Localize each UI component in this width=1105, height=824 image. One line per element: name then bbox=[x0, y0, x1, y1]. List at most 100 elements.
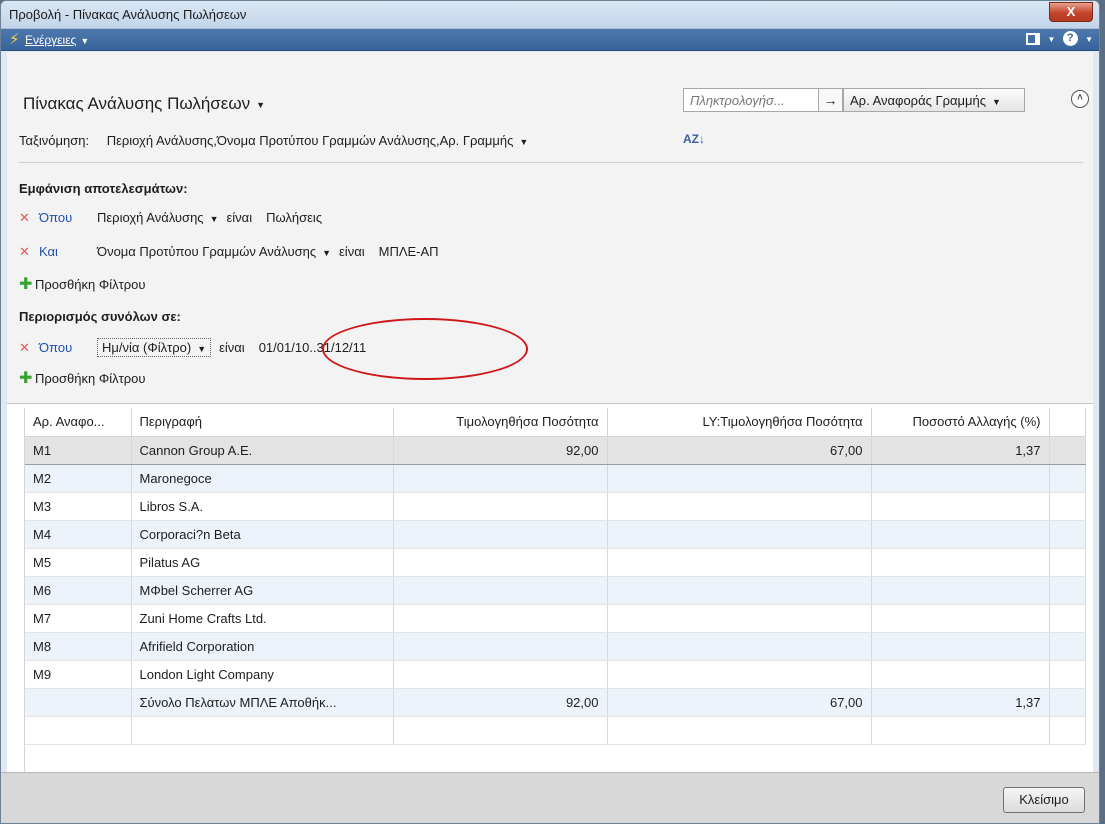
sort-label: Ταξινόμηση: bbox=[19, 133, 90, 148]
filter-conjunction[interactable]: Όπου bbox=[39, 210, 97, 225]
cell-pct: 1,37 bbox=[871, 688, 1050, 717]
filter-field[interactable]: Ημ/νία (Φίλτρο) ▼ bbox=[97, 338, 212, 357]
filter-operator: είναι bbox=[339, 244, 365, 259]
table-row[interactable]: M6 MΦbel Scherrer AG bbox=[25, 576, 1086, 605]
cell-qty: 92,00 bbox=[393, 688, 608, 717]
cell-ly bbox=[607, 660, 872, 689]
filter-pane: Πίνακας Ανάλυσης Πωλήσεων ▼ Πληκτρολογήσ.… bbox=[7, 52, 1093, 404]
cell-qty bbox=[393, 604, 608, 633]
table-row[interactable]: M8 Afrifield Corporation bbox=[25, 632, 1086, 661]
filter-conjunction[interactable]: Και bbox=[39, 244, 97, 259]
add-filter-button[interactable]: ✚ Προσθήκη Φίλτρου bbox=[19, 274, 145, 294]
window-close-button[interactable]: X bbox=[1049, 2, 1093, 22]
cell-ly bbox=[607, 548, 872, 577]
cell-ly bbox=[607, 604, 872, 633]
column-header-spacer bbox=[1049, 408, 1086, 437]
filter-row-2: ✕ Και Όνομα Προτύπου Γραμμών Ανάλυσης ▼ είνα… bbox=[19, 244, 439, 264]
cell-no: M9 bbox=[25, 660, 132, 689]
cell-desc: Maronegoce bbox=[131, 464, 394, 493]
sort-value[interactable]: Περιοχή Ανάλυσης,Όνομα Προτύπου Γραμμών … bbox=[107, 133, 529, 148]
cell-spacer bbox=[1049, 688, 1086, 717]
cell-pct bbox=[871, 520, 1050, 549]
column-header[interactable]: Τιμολογηθήσα Ποσότητα bbox=[393, 408, 608, 437]
filter-operator: είναι bbox=[226, 210, 253, 225]
cell-no: M1 bbox=[25, 435, 132, 465]
cell-no: M7 bbox=[25, 604, 132, 633]
filter-conjunction[interactable]: Όπου bbox=[39, 340, 97, 355]
remove-filter-icon[interactable]: ✕ bbox=[19, 244, 39, 260]
plus-icon: ✚ bbox=[19, 276, 33, 293]
cell-pct bbox=[871, 632, 1050, 661]
lightning-icon: ⚡ bbox=[9, 31, 20, 48]
filter-field[interactable]: Περιοχή Ανάλυσης ▼ bbox=[97, 210, 219, 225]
filter-field[interactable]: Όνομα Προτύπου Γραμμών Ανάλυσης ▼ bbox=[97, 244, 331, 259]
cell-no: M2 bbox=[25, 464, 132, 493]
cell-ly: 67,00 bbox=[607, 688, 872, 717]
cell-spacer bbox=[1049, 492, 1086, 521]
cell-desc: Pilatus AG bbox=[131, 548, 394, 577]
column-header[interactable]: Αρ. Αναφο... bbox=[25, 408, 132, 437]
page-title[interactable]: Πίνακας Ανάλυσης Πωλήσεων ▼ bbox=[23, 94, 265, 114]
cell-empty bbox=[607, 716, 872, 745]
remove-filter-icon[interactable]: ✕ bbox=[19, 340, 39, 356]
chevron-down-icon[interactable]: ▼ bbox=[1047, 35, 1055, 44]
cell-qty: 92,00 bbox=[393, 435, 608, 465]
table-row[interactable]: M1 Cannon Group A.E. 92,00 67,00 1,37 bbox=[25, 435, 1086, 465]
cell-qty bbox=[393, 632, 608, 661]
filter-value[interactable]: ΜΠΛΕ-ΑΠ bbox=[379, 244, 439, 259]
table-row[interactable]: M2 Maronegoce bbox=[25, 464, 1086, 493]
collapse-icon[interactable]: ˄ bbox=[1071, 90, 1089, 108]
cell-spacer bbox=[1049, 660, 1086, 689]
search-arrow-icon[interactable]: → bbox=[819, 88, 843, 112]
cell-spacer bbox=[1049, 604, 1086, 633]
cell-empty bbox=[393, 716, 608, 745]
table-row[interactable]: M5 Pilatus AG bbox=[25, 548, 1086, 577]
cell-no: M4 bbox=[25, 520, 132, 549]
table-row[interactable]: M7 Zuni Home Crafts Ltd. bbox=[25, 604, 1086, 633]
cell-empty bbox=[1049, 716, 1086, 745]
row-selector-column bbox=[13, 408, 25, 774]
action-bar-right: ▼ ? ▼ bbox=[1022, 31, 1093, 47]
window-title: Προβολή - Πίνακας Ανάλυσης Πωλήσεων bbox=[9, 7, 247, 22]
add-filter-label: Προσθήκη Φίλτρου bbox=[35, 371, 146, 386]
limit-totals-title: Περιορισμός συνόλων σε: bbox=[19, 309, 181, 324]
cell-desc: Σύνολο Πελατων ΜΠΛΕ Αποθήκ... bbox=[131, 688, 394, 717]
actions-menu[interactable]: Ενέργειες ▼ bbox=[25, 33, 89, 47]
table-row[interactable]: M9 London Light Company bbox=[25, 660, 1086, 689]
cell-qty bbox=[393, 492, 608, 521]
sort-value-text: Περιοχή Ανάλυσης,Όνομα Προτύπου Γραμμών … bbox=[106, 133, 514, 148]
filter-field-label: Περιοχή Ανάλυσης bbox=[97, 210, 204, 225]
help-icon[interactable]: ? bbox=[1062, 31, 1078, 47]
search-field-label: Αρ. Αναφοράς Γραμμής bbox=[850, 93, 987, 108]
cell-spacer bbox=[1049, 632, 1086, 661]
table-row-total[interactable]: Σύνολο Πελατων ΜΠΛΕ Αποθήκ... 92,00 67,0… bbox=[25, 688, 1086, 717]
column-header[interactable]: Περιγραφή bbox=[131, 408, 394, 437]
cell-no: M5 bbox=[25, 548, 132, 577]
chevron-down-icon: ▼ bbox=[256, 99, 266, 110]
cell-ly bbox=[607, 492, 872, 521]
remove-filter-icon[interactable]: ✕ bbox=[19, 210, 39, 226]
highlight-ellipse bbox=[322, 318, 528, 380]
cell-spacer bbox=[1049, 520, 1086, 549]
search-field-select[interactable]: Αρ. Αναφοράς Γραμμής ▼ bbox=[843, 88, 1025, 112]
filter-value[interactable]: Πωλήσεις bbox=[266, 210, 322, 225]
chevron-down-icon[interactable]: ▼ bbox=[1085, 35, 1093, 44]
sort-row: Ταξινόμηση: Περιοχή Ανάλυσης,Όνομα Προτύ… bbox=[19, 133, 528, 148]
cell-no: M3 bbox=[25, 492, 132, 521]
plus-icon: ✚ bbox=[19, 370, 33, 387]
close-button[interactable]: Κλείσιμο bbox=[1003, 787, 1085, 813]
panel-layout-icon[interactable] bbox=[1026, 32, 1041, 45]
filter-operator: είναι bbox=[219, 340, 245, 355]
search-input[interactable]: Πληκτρολογήσ... bbox=[683, 88, 819, 112]
cell-ly bbox=[607, 464, 872, 493]
table-row[interactable]: M3 Libros S.A. bbox=[25, 492, 1086, 521]
cell-desc: London Light Company bbox=[131, 660, 394, 689]
cell-empty bbox=[25, 716, 132, 745]
show-results-title: Εμφάνιση αποτελεσμάτων: bbox=[19, 181, 188, 196]
table-row[interactable]: M4 Corporaci?n Beta bbox=[25, 520, 1086, 549]
column-header[interactable]: LY:Τιμολογηθήσα Ποσότητα bbox=[607, 408, 872, 437]
add-filter-button[interactable]: ✚ Προσθήκη Φίλτρου bbox=[19, 368, 145, 388]
dialog-window: Προβολή - Πίνακας Ανάλυσης Πωλήσεων X ⚡ … bbox=[0, 0, 1100, 824]
sort-ascending-icon[interactable]: AZ↓ bbox=[683, 132, 705, 146]
column-header[interactable]: Ποσοστό Αλλαγής (%) bbox=[871, 408, 1050, 437]
